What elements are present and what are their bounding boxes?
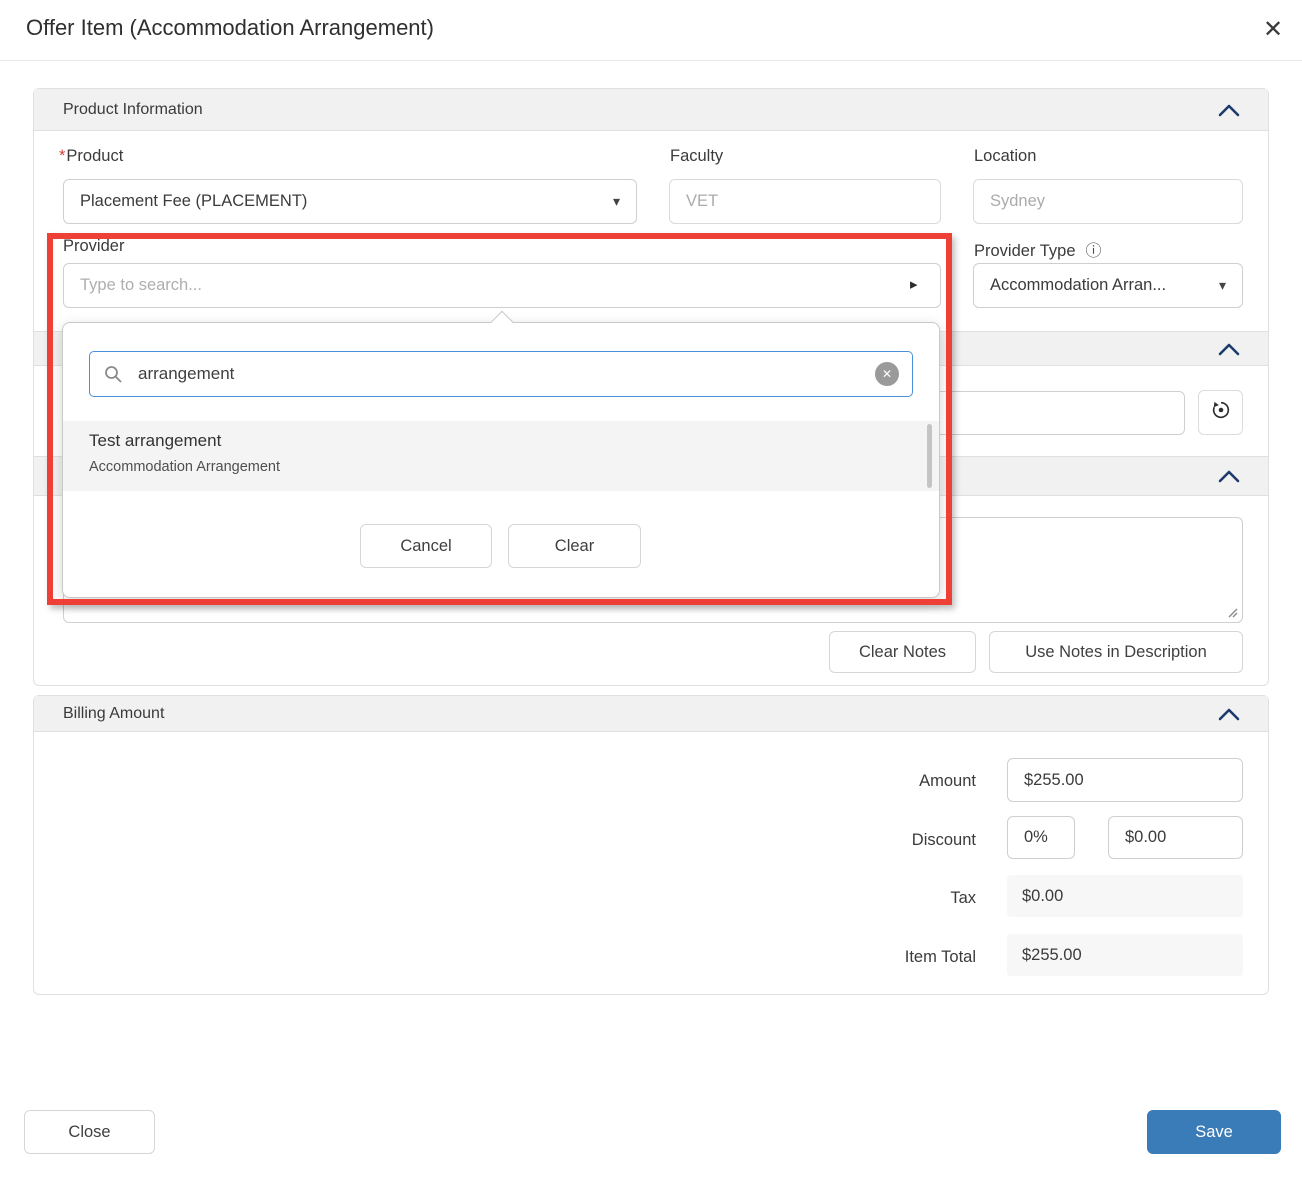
provider-type-select[interactable]: Accommodation Arran... ▾: [973, 263, 1243, 308]
header-divider: [0, 60, 1302, 61]
close-icon[interactable]: ✕: [1256, 12, 1290, 46]
history-reset-button[interactable]: [1198, 390, 1243, 435]
section-header-billing-amount[interactable]: Billing Amount: [34, 696, 1268, 732]
clear-notes-button[interactable]: Clear Notes: [829, 631, 976, 673]
chevron-up-icon[interactable]: [1218, 707, 1240, 721]
product-value: Placement Fee (PLACEMENT): [80, 192, 605, 211]
section-title: Product Information: [63, 101, 203, 119]
location-input: [973, 179, 1243, 224]
discount-label: Discount: [34, 831, 976, 850]
product-label: *Product: [59, 147, 123, 166]
highlight-rectangle: [47, 233, 952, 605]
page-title: Offer Item (Accommodation Arrangement): [26, 15, 434, 41]
info-icon[interactable]: ⓘ: [1086, 243, 1102, 260]
history-icon: [1210, 399, 1232, 426]
amount-label: Amount: [34, 772, 976, 791]
offer-item-modal: Offer Item (Accommodation Arrangement) ✕…: [0, 0, 1302, 1181]
tax-label: Tax: [34, 889, 976, 908]
item-total-value: $255.00: [1007, 934, 1243, 976]
section-header-product-information[interactable]: Product Information: [34, 89, 1268, 131]
use-notes-in-description-button[interactable]: Use Notes in Description: [989, 631, 1243, 673]
provider-type-label: Provider Typeⓘ: [974, 237, 1102, 261]
discount-percent-input[interactable]: [1007, 816, 1075, 859]
chevron-up-icon[interactable]: [1218, 103, 1240, 117]
close-button[interactable]: Close: [24, 1110, 155, 1154]
required-asterisk: *: [59, 147, 65, 165]
provider-type-value: Accommodation Arran...: [990, 276, 1211, 295]
product-select[interactable]: Placement Fee (PLACEMENT) ▾: [63, 179, 637, 224]
section-title: Billing Amount: [63, 705, 164, 723]
location-label: Location: [974, 147, 1036, 166]
faculty-input: [669, 179, 941, 224]
caret-down-icon: ▾: [1219, 277, 1226, 294]
save-button[interactable]: Save: [1147, 1110, 1281, 1154]
caret-down-icon: ▾: [613, 193, 620, 210]
chevron-up-icon[interactable]: [1218, 469, 1240, 483]
faculty-label: Faculty: [670, 147, 723, 166]
discount-amount-input[interactable]: [1108, 816, 1243, 859]
amount-input[interactable]: [1007, 758, 1243, 802]
chevron-up-icon[interactable]: [1218, 342, 1240, 356]
tax-value: $0.00: [1007, 875, 1243, 917]
billing-amount-card: Billing Amount Amount Discount Tax $0.00…: [33, 695, 1269, 995]
item-total-label: Item Total: [34, 948, 976, 967]
